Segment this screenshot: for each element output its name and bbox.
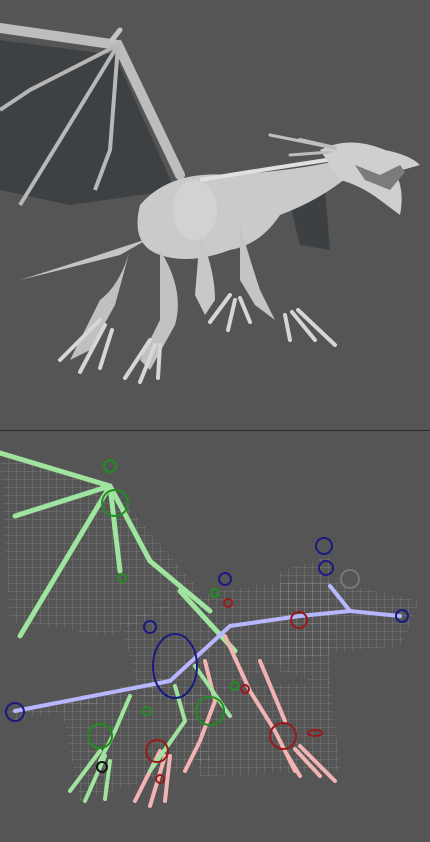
- tail: [20, 238, 150, 280]
- shaded-dragon-model: [0, 23, 420, 384]
- bottom-viewport-wireframe[interactable]: [0, 431, 430, 842]
- top-viewport-shaded[interactable]: [0, 0, 430, 430]
- right-wing-mesh: [280, 556, 330, 686]
- rigged-dragon-wireframe: [0, 450, 420, 808]
- left-wing-membrane: [0, 40, 175, 205]
